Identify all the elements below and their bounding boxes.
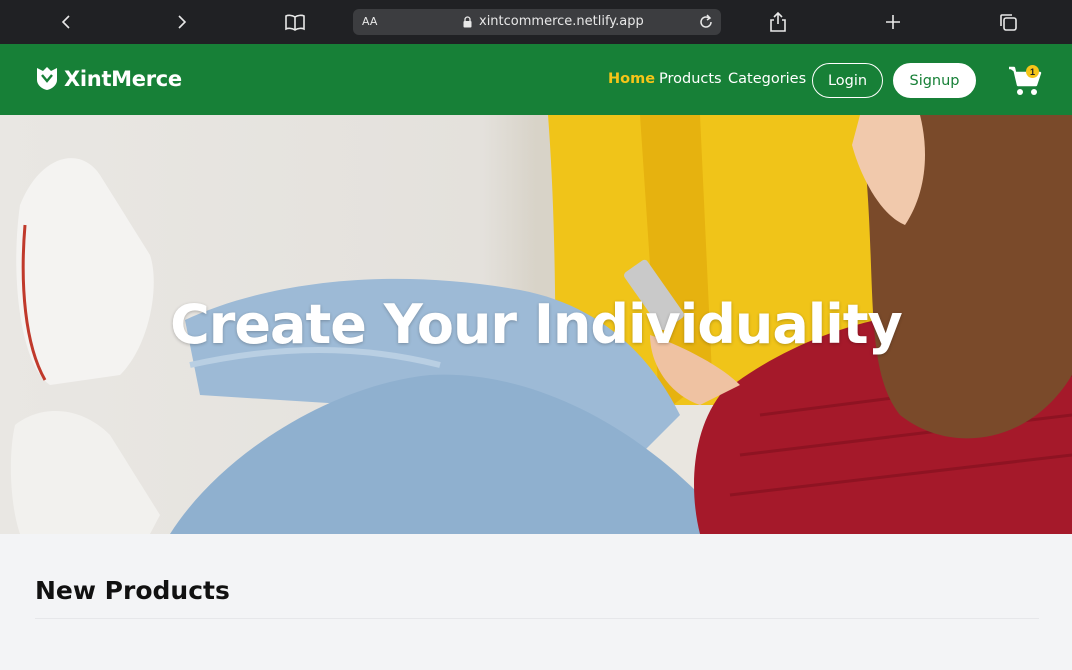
tabs-button[interactable] (994, 8, 1022, 36)
tabs-icon (1000, 14, 1017, 31)
brand-logo[interactable]: XintMerce (36, 66, 182, 91)
new-tab-button[interactable] (879, 8, 907, 36)
browser-toolbar: AA xintcommerce.netlify.app (0, 0, 1072, 44)
url-text: xintcommerce.netlify.app (479, 14, 644, 29)
forward-button[interactable] (167, 8, 195, 36)
new-products-heading: New Products (35, 576, 230, 605)
site-navbar: XintMerce Home Products Categories Login… (0, 44, 1072, 115)
bookmarks-button[interactable] (281, 8, 309, 36)
shield-logo-icon (37, 67, 57, 90)
hero-title: Create Your Individuality (170, 293, 903, 356)
login-button[interactable]: Login (812, 63, 883, 98)
cart-count-badge: 1 (1026, 65, 1039, 78)
book-icon (285, 14, 305, 31)
plus-icon (886, 15, 900, 29)
chevron-left-icon (61, 15, 70, 29)
reload-icon[interactable] (697, 13, 715, 31)
text-size-button[interactable]: AA (362, 15, 377, 28)
chevron-right-icon (178, 15, 187, 29)
section-divider (35, 618, 1039, 619)
signup-button[interactable]: Signup (893, 63, 976, 98)
hero-banner: Create Your Individuality (0, 115, 1072, 534)
lock-icon (463, 16, 472, 28)
nav-link-home[interactable]: Home (608, 71, 655, 87)
share-button[interactable] (764, 8, 792, 36)
address-bar[interactable]: AA xintcommerce.netlify.app (353, 9, 721, 35)
brand-name: XintMerce (64, 66, 182, 91)
share-icon (770, 11, 786, 32)
nav-link-categories[interactable]: Categories (728, 71, 806, 87)
nav-link-products[interactable]: Products (659, 71, 722, 87)
back-button[interactable] (53, 8, 81, 36)
